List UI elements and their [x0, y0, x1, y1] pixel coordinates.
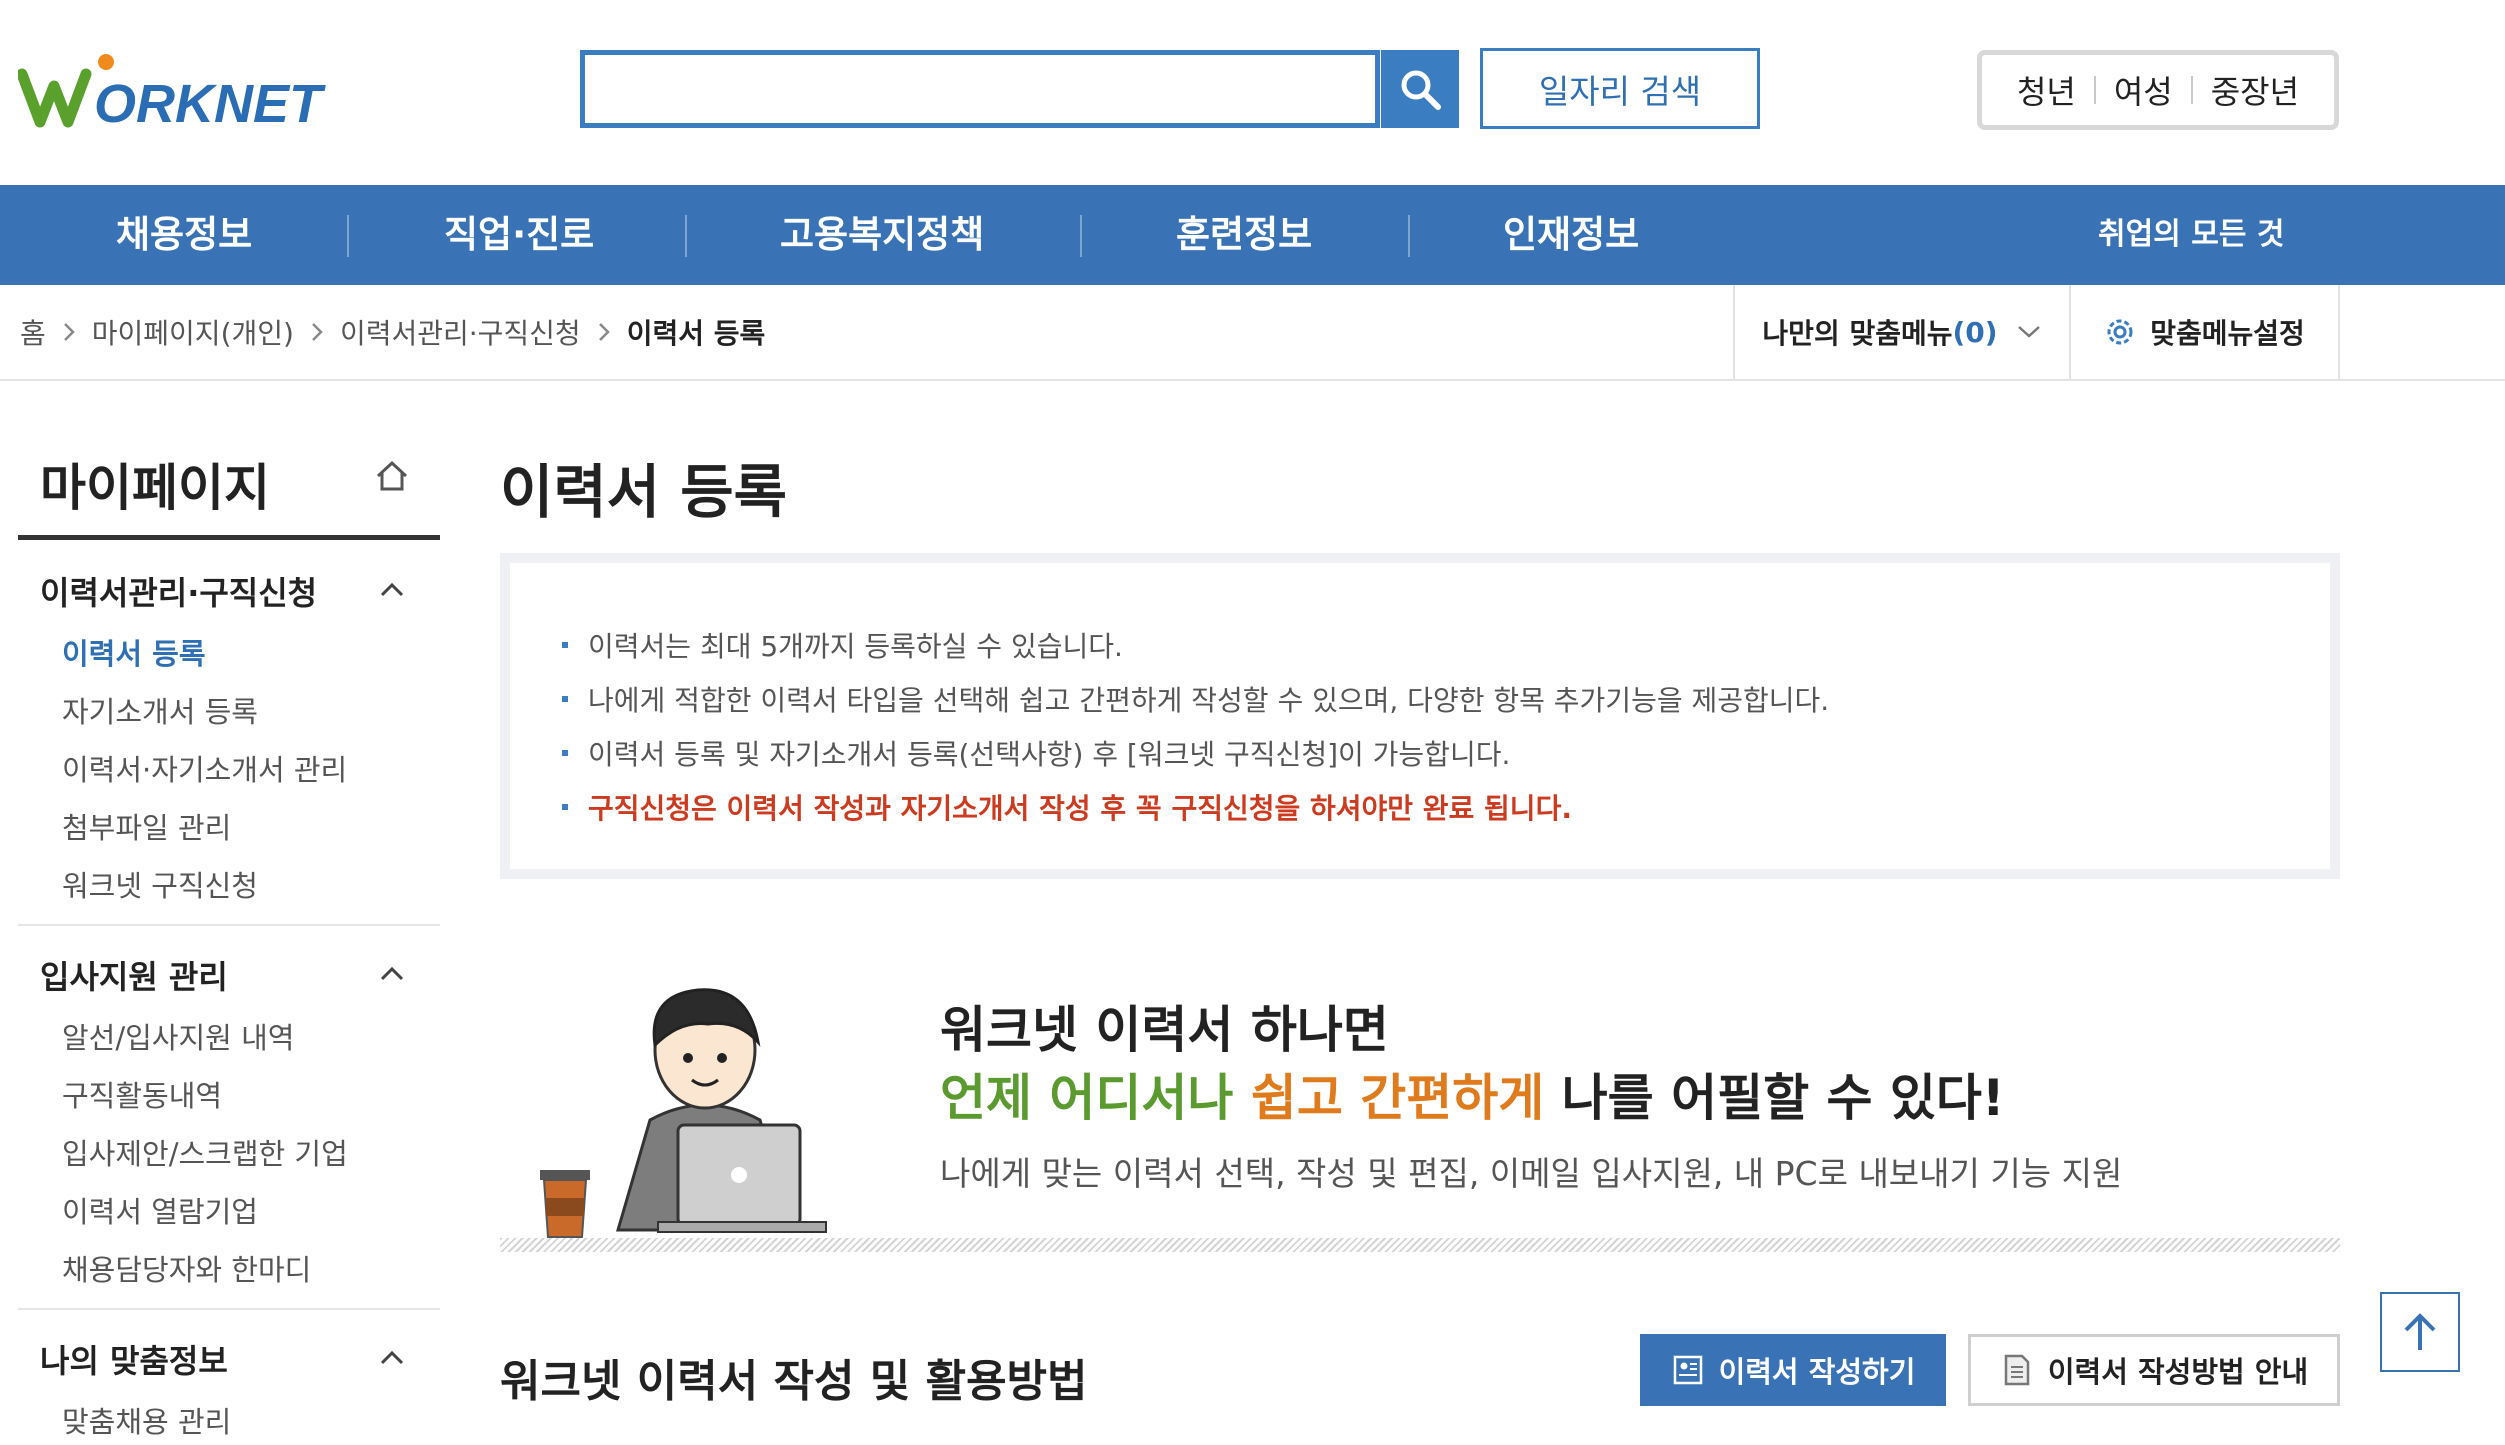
sidebar-item-custom-recruit[interactable]: 맞춤채용 관리 [62, 1399, 231, 1441]
notice-text: 이력서는 최대 5개까지 등록하실 수 있습니다. [588, 630, 1123, 663]
worknet-logo[interactable]: ORKNET [18, 52, 328, 132]
hero-highlight-orange: 쉽고 간편하게 [1250, 1069, 1545, 1127]
my-menu-dropdown[interactable]: 나만의 맞춤메뉴 (0) [1733, 285, 2069, 379]
resume-icon [1673, 1355, 1702, 1385]
scroll-to-top-button[interactable] [2380, 1292, 2460, 1372]
notice-text: 나에게 적합한 이력서 타입을 선택해 쉽고 간편하게 작성할 수 있으며, 다… [588, 684, 1830, 717]
divider [1080, 215, 1082, 257]
search-button[interactable] [1381, 50, 1459, 128]
my-menu-settings-label: 맞춤메뉴설정 [2150, 317, 2305, 350]
sidebar-item-offers-scrap[interactable]: 입사제안/스크랩한 기업 [62, 1131, 348, 1173]
chevron-up-icon[interactable] [378, 964, 406, 984]
bullet-icon [562, 750, 568, 756]
hero-space [1233, 1069, 1250, 1127]
section-title: 워크넷 이력서 작성 및 활용방법 [500, 1356, 1088, 1407]
sidebar-item-job-activity[interactable]: 구직활동내역 [62, 1073, 222, 1115]
chevron-down-icon [2017, 326, 2040, 338]
divider [18, 1308, 440, 1310]
write-resume-label: 이력서 작성하기 [1718, 1355, 1916, 1389]
sidebar-item-resume-viewers[interactable]: 이력서 열람기업 [62, 1189, 258, 1231]
home-icon[interactable] [372, 456, 412, 496]
nav-recruit-info[interactable]: 채용정보 [116, 185, 252, 285]
tab-middle-aged[interactable]: 중장년 [2193, 67, 2317, 113]
search-input[interactable] [585, 55, 1380, 123]
notice-item: 이력서 등록 및 자기소개서 등록(선택사항) 후 [워크넷 구직신청]이 가능… [562, 733, 1510, 773]
chevron-up-icon[interactable] [378, 1348, 406, 1368]
divider [18, 535, 440, 540]
breadcrumb-current: 이력서 등록 [626, 317, 766, 350]
write-resume-button[interactable]: 이력서 작성하기 [1640, 1334, 1946, 1406]
nav-welfare-policy[interactable]: 고용복지정책 [780, 185, 984, 285]
bullet-icon [562, 696, 568, 702]
sidebar-item-job-application[interactable]: 워크넷 구직신청 [62, 863, 258, 905]
hero-subheadline: 언제 어디서나 쉽고 간편하게 나를 어필할 수 있다! [940, 1058, 2005, 1130]
breadcrumb: 홈 마이페이지(개인) 이력서관리·구직신청 이력서 등록 [20, 285, 765, 379]
sidebar-section-application[interactable]: 입사지원 관리 [40, 952, 228, 998]
sidebar-section-custom-info[interactable]: 나의 맞춤정보 [40, 1336, 228, 1382]
tab-women[interactable]: 여성 [2096, 67, 2191, 113]
job-search-button[interactable]: 일자리 검색 [1480, 48, 1760, 129]
sidebar-item-application-history[interactable]: 알선/입사지원 내역 [62, 1015, 294, 1057]
document-icon [2004, 1354, 2030, 1386]
hero-headline: 워크넷 이력서 하나면 [940, 1001, 1389, 1059]
sidebar-item-attachment-manage[interactable]: 첨부파일 관리 [62, 805, 231, 847]
breadcrumb-mypage[interactable]: 마이페이지(개인) [92, 312, 294, 352]
notice-text: 구직신청은 이력서 작성과 자기소개서 작성 후 꼭 구직신청을 하셔야만 완료… [588, 792, 1572, 825]
arrow-up-icon [2404, 1313, 2436, 1350]
svg-text:ORKNET: ORKNET [94, 74, 326, 132]
breadcrumb-bar: 홈 마이페이지(개인) 이력서관리·구직신청 이력서 등록 나만의 맞춤메뉴 (0… [0, 285, 2505, 381]
hero-description: 나에게 맞는 이력서 선택, 작성 및 편집, 이메일 입사지원, 내 PC로 … [940, 1154, 2123, 1193]
page-title: 이력서 등록 [500, 458, 787, 526]
chevron-right-icon [46, 321, 92, 343]
resume-guide-label: 이력서 작성방법 안내 [2047, 1355, 2309, 1389]
divider [18, 924, 440, 926]
divider [1408, 215, 1410, 257]
search-box [580, 50, 1380, 128]
chevron-up-icon[interactable] [378, 580, 406, 600]
bullet-icon [562, 804, 568, 810]
tab-youth[interactable]: 청년 [1999, 67, 2094, 113]
notice-item-warning: 구직신청은 이력서 작성과 자기소개서 작성 후 꼭 구직신청을 하셔야만 완료… [562, 787, 1572, 827]
person-with-laptop-illustration [540, 988, 827, 1238]
chevron-right-icon [294, 321, 340, 343]
notice-item: 나에게 적합한 이력서 타입을 선택해 쉽고 간편하게 작성할 수 있으며, 다… [562, 679, 1829, 719]
divider [685, 215, 687, 257]
my-menu-settings-button[interactable]: 맞춤메뉴설정 [2069, 285, 2340, 379]
sidebar-item-resume-register[interactable]: 이력서 등록 [62, 631, 206, 673]
sidebar-item-recruiter-message[interactable]: 채용담당자와 한마디 [62, 1247, 311, 1289]
my-menu-count: (0) [1952, 315, 1998, 349]
bullet-icon [562, 642, 568, 648]
divider [347, 215, 349, 257]
sidebar-section-resume[interactable]: 이력서관리·구직신청 [40, 568, 317, 614]
search-icon [1401, 70, 1441, 110]
sidebar-item-cover-letter-register[interactable]: 자기소개서 등록 [62, 689, 258, 731]
chevron-right-icon [581, 321, 627, 343]
hero-text: 나를 어필할 수 있다! [1544, 1069, 2005, 1127]
gear-icon [2107, 319, 2133, 345]
nav-career[interactable]: 직업·진로 [444, 185, 594, 285]
hatch-divider [500, 1238, 2340, 1252]
main-navigation: 채용정보 직업·진로 고용복지정책 훈련정보 인재정보 취업의 모든 것 [0, 185, 2505, 285]
nav-all-employment[interactable]: 취업의 모든 것 [2098, 185, 2285, 285]
hero-highlight-green: 언제 어디서나 [940, 1069, 1234, 1127]
breadcrumb-home[interactable]: 홈 [20, 312, 46, 352]
sidebar-title: 마이페이지 [40, 459, 270, 517]
notice-text: 이력서 등록 및 자기소개서 등록(선택사항) 후 [워크넷 구직신청]이 가능… [588, 738, 1511, 771]
target-group-tabs: 청년 여성 중장년 [1977, 50, 2339, 130]
notice-box: 이력서는 최대 5개까지 등록하실 수 있습니다. 나에게 적합한 이력서 타입… [500, 553, 2340, 879]
sidebar-item-resume-manage[interactable]: 이력서·자기소개서 관리 [62, 747, 347, 789]
site-header: ORKNET 일자리 검색 청년 여성 중장년 [0, 0, 2505, 185]
nav-training-info[interactable]: 훈련정보 [1176, 185, 1312, 285]
resume-guide-button[interactable]: 이력서 작성방법 안내 [1968, 1334, 2340, 1406]
breadcrumb-resume-management[interactable]: 이력서관리·구직신청 [340, 312, 581, 352]
my-menu-label: 나만의 맞춤메뉴 [1762, 317, 1953, 350]
notice-item: 이력서는 최대 5개까지 등록하실 수 있습니다. [562, 625, 1123, 665]
nav-talent-info[interactable]: 인재정보 [1503, 185, 1639, 285]
